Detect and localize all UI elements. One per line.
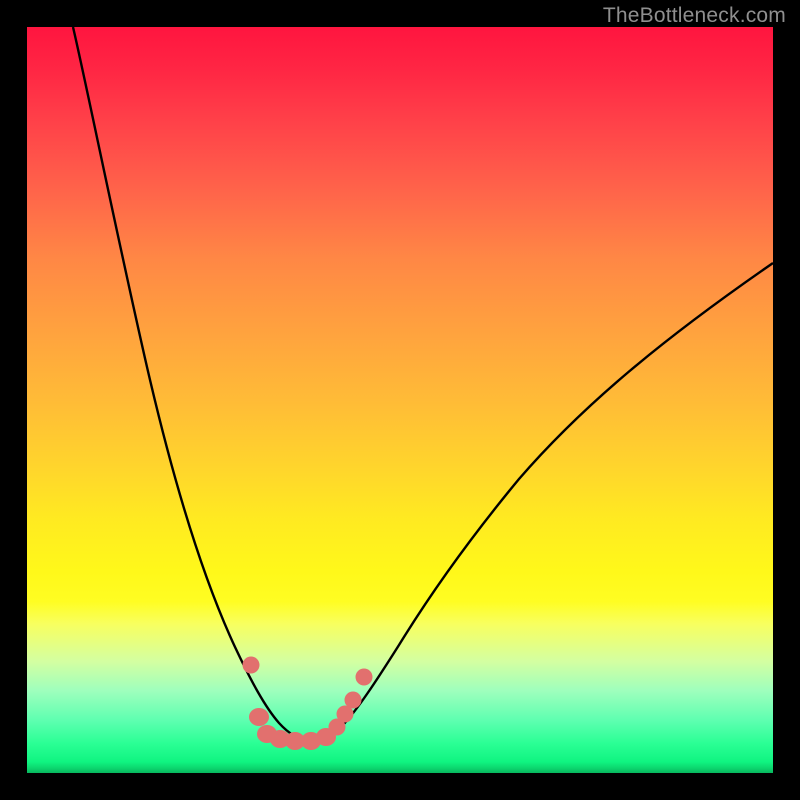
marker-dot: [356, 669, 373, 686]
marker-dot: [243, 657, 260, 674]
curve-svg: [27, 27, 773, 773]
bottleneck-curve-path: [73, 27, 773, 741]
watermark-text: TheBottleneck.com: [603, 4, 786, 28]
marker-dot: [249, 708, 269, 726]
chart-frame: [27, 27, 773, 773]
marker-dot: [345, 692, 362, 709]
